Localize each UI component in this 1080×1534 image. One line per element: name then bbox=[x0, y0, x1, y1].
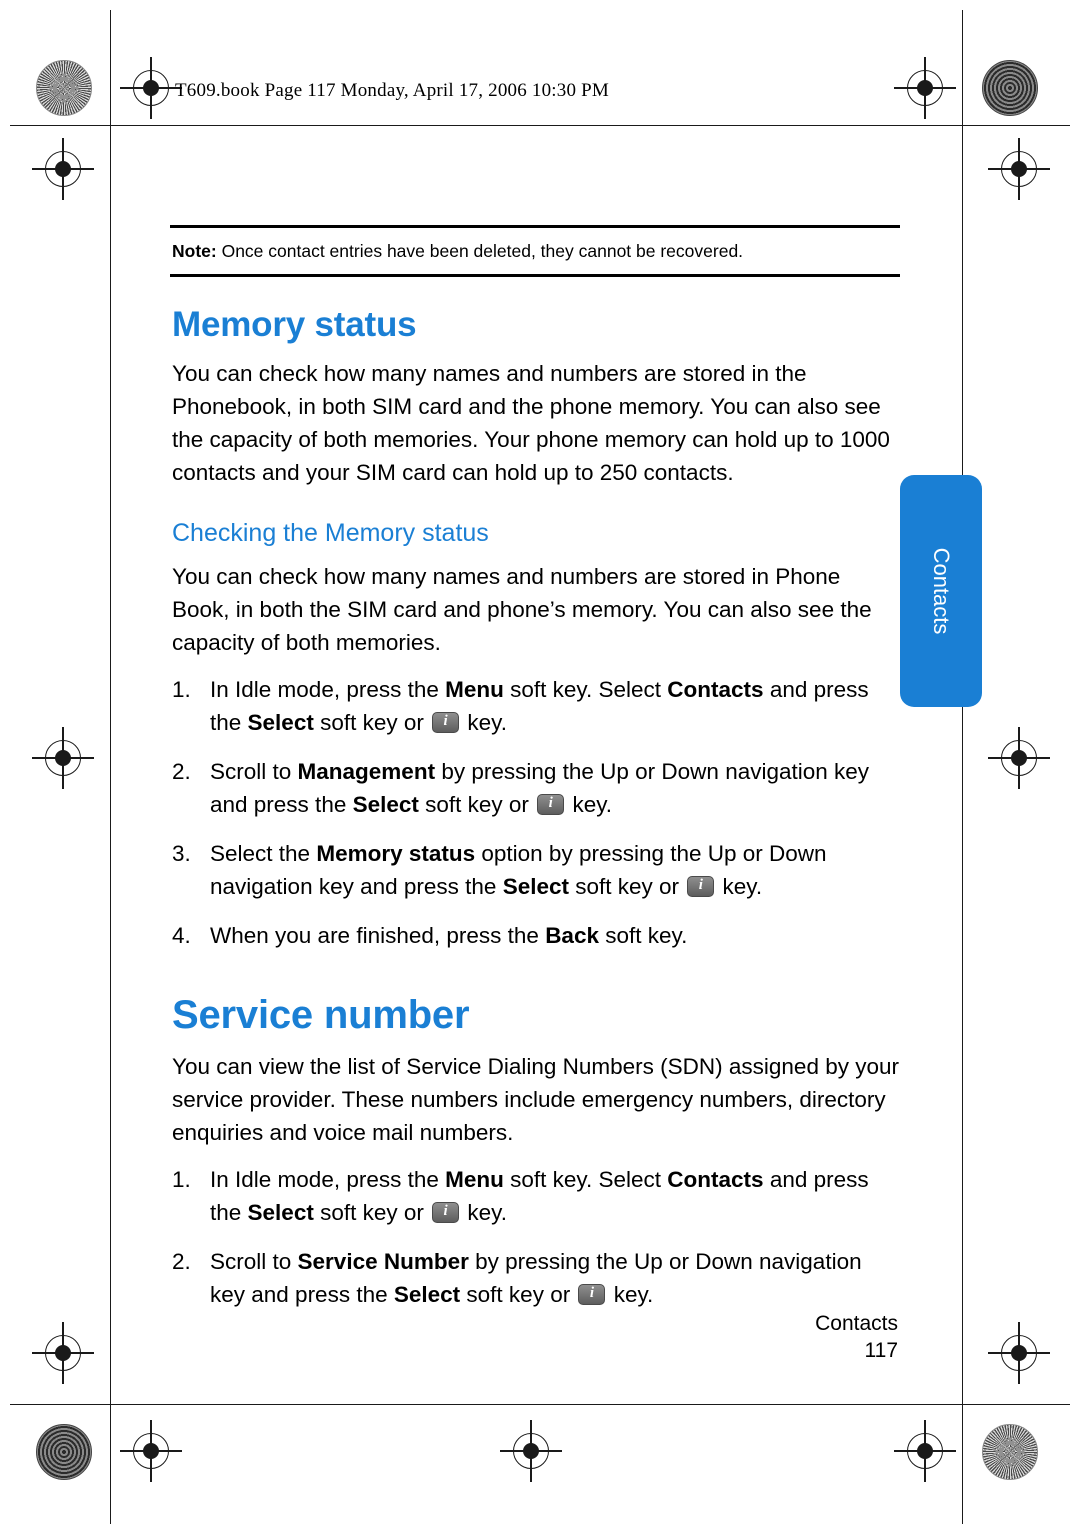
crop-line-left bbox=[110, 10, 111, 1524]
service-number-step-emphasis: Contacts bbox=[667, 1166, 764, 1192]
print-spiro-mark-top-left bbox=[36, 60, 92, 116]
memory-status-step-text: Scroll to bbox=[210, 759, 298, 785]
memory-status-step-emphasis: Menu bbox=[445, 677, 504, 703]
crop-line-bottom bbox=[10, 1404, 1070, 1405]
service-number-step-text: key. bbox=[461, 1199, 507, 1225]
footer-chapter: Contacts bbox=[815, 1312, 898, 1335]
service-number-step: 1. In Idle mode, press the Menu soft key.… bbox=[170, 1163, 900, 1229]
registration-cross-left-bottom bbox=[32, 1322, 94, 1384]
registration-cross-right-lower bbox=[988, 727, 1050, 789]
memory-status-step-emphasis: Select bbox=[352, 792, 419, 818]
steps-list-memory-status: 1. In Idle mode, press the Menu soft key.… bbox=[170, 673, 900, 952]
service-number-step-number: 2. bbox=[172, 1248, 191, 1274]
memory-status-step-number: 1. bbox=[172, 677, 191, 703]
section-paragraph-service-number: You can view the list of Service Dialing… bbox=[172, 1053, 899, 1145]
memory-status-step-text: soft key or bbox=[418, 792, 536, 818]
registration-cross-top-left bbox=[120, 57, 182, 119]
service-number-step-emphasis: Select bbox=[247, 1199, 314, 1225]
service-number-step-text: In Idle mode, press the bbox=[210, 1166, 446, 1192]
memory-status-step: 3. Select the Memory status option by pre… bbox=[170, 837, 900, 903]
memory-status-step-text: key. bbox=[566, 792, 613, 818]
crop-line-top bbox=[10, 125, 1070, 126]
info-key-icon bbox=[432, 1201, 460, 1223]
page-footer: Contacts 117 bbox=[815, 1310, 898, 1365]
memory-status-step-emphasis: Select bbox=[247, 710, 314, 736]
memory-status-step: 4. When you are finished, press the Back … bbox=[170, 919, 900, 952]
subsection-title-checking-memory-status: Checking the Memory status bbox=[172, 518, 489, 547]
section-paragraph-memory-status: You can check how many names and numbers… bbox=[172, 360, 890, 485]
service-number-step-text: soft key or bbox=[313, 1199, 431, 1225]
memory-status-step-text: Select the bbox=[210, 841, 317, 867]
info-key-icon bbox=[432, 711, 460, 734]
memory-status-step-emphasis: Back bbox=[545, 923, 599, 949]
registration-cross-bottom-right bbox=[894, 1420, 956, 1482]
memory-status-step-text: key. bbox=[716, 874, 763, 900]
note-text: Once contact entries have been deleted, … bbox=[216, 241, 744, 261]
note-block: Note: Once contact entries have been del… bbox=[170, 228, 900, 274]
chapter-side-tab: Contacts bbox=[900, 475, 982, 707]
memory-status-step: 1. In Idle mode, press the Menu soft key.… bbox=[170, 673, 900, 739]
crop-line-right bbox=[962, 10, 963, 1524]
memory-status-step-number: 2. bbox=[172, 759, 191, 785]
memory-status-step-text: In Idle mode, press the bbox=[210, 677, 446, 703]
memory-status-step-number: 3. bbox=[172, 841, 191, 867]
service-number-step-emphasis: Select bbox=[393, 1281, 461, 1307]
note-bottom-rule bbox=[170, 273, 900, 277]
memory-status-step-text: soft key. Select bbox=[503, 677, 668, 703]
footer-page-number: 117 bbox=[864, 1339, 898, 1363]
subsection-paragraph-checking-memory-status: You can check how many names and numbers… bbox=[172, 563, 872, 655]
memory-status-step: 2. Scroll to Management by pressing the U… bbox=[170, 755, 900, 821]
registration-cross-top-right bbox=[894, 57, 956, 119]
memory-status-step-text: soft key or bbox=[313, 710, 431, 736]
steps-list-service-number: 1. In Idle mode, press the Menu soft key.… bbox=[170, 1163, 900, 1311]
memory-status-step-text: key. bbox=[461, 710, 507, 736]
info-key-icon bbox=[687, 875, 715, 898]
info-key-icon bbox=[537, 793, 565, 816]
service-number-step-text: Scroll to bbox=[210, 1248, 298, 1274]
memory-status-step-emphasis: Memory status bbox=[316, 841, 476, 867]
registration-cross-right-bottom bbox=[988, 1322, 1050, 1384]
note-label: Note: bbox=[172, 241, 217, 261]
service-number-step-number: 1. bbox=[172, 1166, 191, 1192]
book-header-line: T609.book Page 117 Monday, April 17, 200… bbox=[175, 80, 609, 101]
service-number-step-text: key. bbox=[607, 1281, 654, 1307]
page-content: Note: Once contact entries have been del… bbox=[170, 225, 900, 1327]
registration-cross-left-upper bbox=[32, 138, 94, 200]
service-number-step: 2. Scroll to Service Number by pressing t… bbox=[170, 1245, 900, 1311]
registration-cross-left-lower bbox=[32, 727, 94, 789]
print-spiro-mark-top-right bbox=[982, 60, 1038, 116]
print-spiro-mark-bottom-left bbox=[36, 1424, 92, 1480]
service-number-step-emphasis: Menu bbox=[445, 1166, 504, 1192]
section-title-memory-status: Memory status bbox=[172, 304, 417, 344]
memory-status-step-text: When you are finished, press the bbox=[210, 923, 546, 949]
memory-status-step-number: 4. bbox=[172, 923, 191, 949]
memory-status-step-text: soft key or bbox=[568, 874, 686, 900]
service-number-step-text: soft key. Select bbox=[503, 1166, 668, 1192]
memory-status-step-emphasis: Management bbox=[297, 759, 436, 785]
memory-status-step-emphasis: Contacts bbox=[667, 677, 764, 703]
memory-status-step-emphasis: Select bbox=[502, 874, 569, 900]
service-number-step-text: soft key or bbox=[460, 1281, 577, 1307]
memory-status-step-text: soft key. bbox=[598, 923, 688, 949]
info-key-icon bbox=[578, 1283, 606, 1305]
registration-cross-right-upper bbox=[988, 138, 1050, 200]
registration-cross-bottom-left bbox=[120, 1420, 182, 1482]
chapter-side-tab-label: Contacts bbox=[929, 547, 954, 635]
registration-cross-bottom-center bbox=[500, 1420, 562, 1482]
section-title-service-number: Service number bbox=[172, 992, 470, 1037]
service-number-step-emphasis: Service Number bbox=[297, 1248, 469, 1274]
print-spiro-mark-bottom-right bbox=[982, 1424, 1038, 1480]
